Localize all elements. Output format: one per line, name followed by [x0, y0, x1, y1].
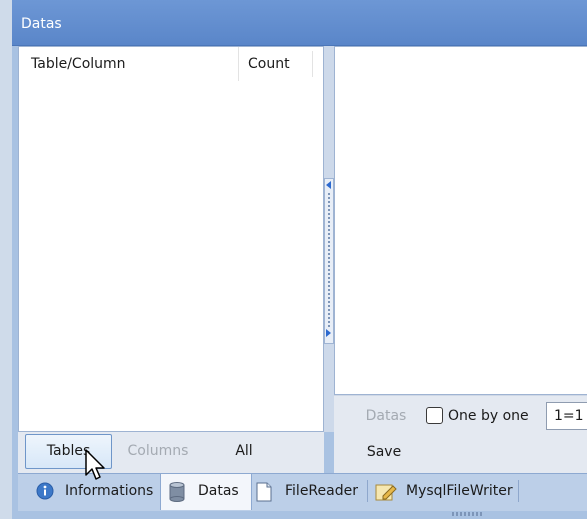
splitter-grip[interactable] [324, 178, 334, 344]
columns-button[interactable]: Columns [122, 434, 194, 469]
mouse-cursor-icon [84, 449, 106, 485]
where-condition-input[interactable]: 1=1 [546, 402, 587, 430]
tab-datas[interactable]: Datas [160, 473, 252, 510]
save-button[interactable]: Save [356, 440, 412, 466]
column-header-count[interactable]: Count [238, 47, 312, 81]
one-by-one-label[interactable]: One by one [448, 405, 538, 429]
collapse-left-icon[interactable] [326, 181, 331, 189]
datas-button[interactable]: Datas [356, 405, 416, 429]
grip-dots-icon [328, 193, 330, 329]
column-header-table[interactable]: Table/Column [19, 47, 238, 81]
database-icon [169, 482, 185, 506]
info-icon [36, 482, 54, 504]
tab-label: Informations [65, 483, 154, 499]
tab-filereader[interactable]: FileReader [252, 474, 364, 508]
one-by-one-checkbox[interactable] [426, 407, 443, 424]
document-icon [256, 482, 272, 506]
edit-document-icon [375, 482, 397, 506]
panel-title: Datas [21, 16, 62, 32]
data-preview-panel[interactable] [334, 46, 587, 395]
tab-label: FileReader [285, 483, 358, 499]
tab-label: MysqlFileWriter [406, 483, 513, 499]
resize-grip-icon[interactable] [452, 512, 482, 516]
table-column-list[interactable]: Table/Column Count [18, 46, 324, 432]
panel-title-bar: Datas [12, 0, 587, 46]
tab-separator [518, 480, 519, 502]
all-button[interactable]: All [226, 434, 262, 469]
tab-separator [367, 480, 368, 502]
column-divider [312, 51, 313, 77]
collapse-right-icon[interactable] [326, 329, 331, 337]
tab-label: Datas [198, 483, 239, 499]
tab-mysqlfilewriter[interactable]: MysqlFileWriter [370, 474, 516, 508]
